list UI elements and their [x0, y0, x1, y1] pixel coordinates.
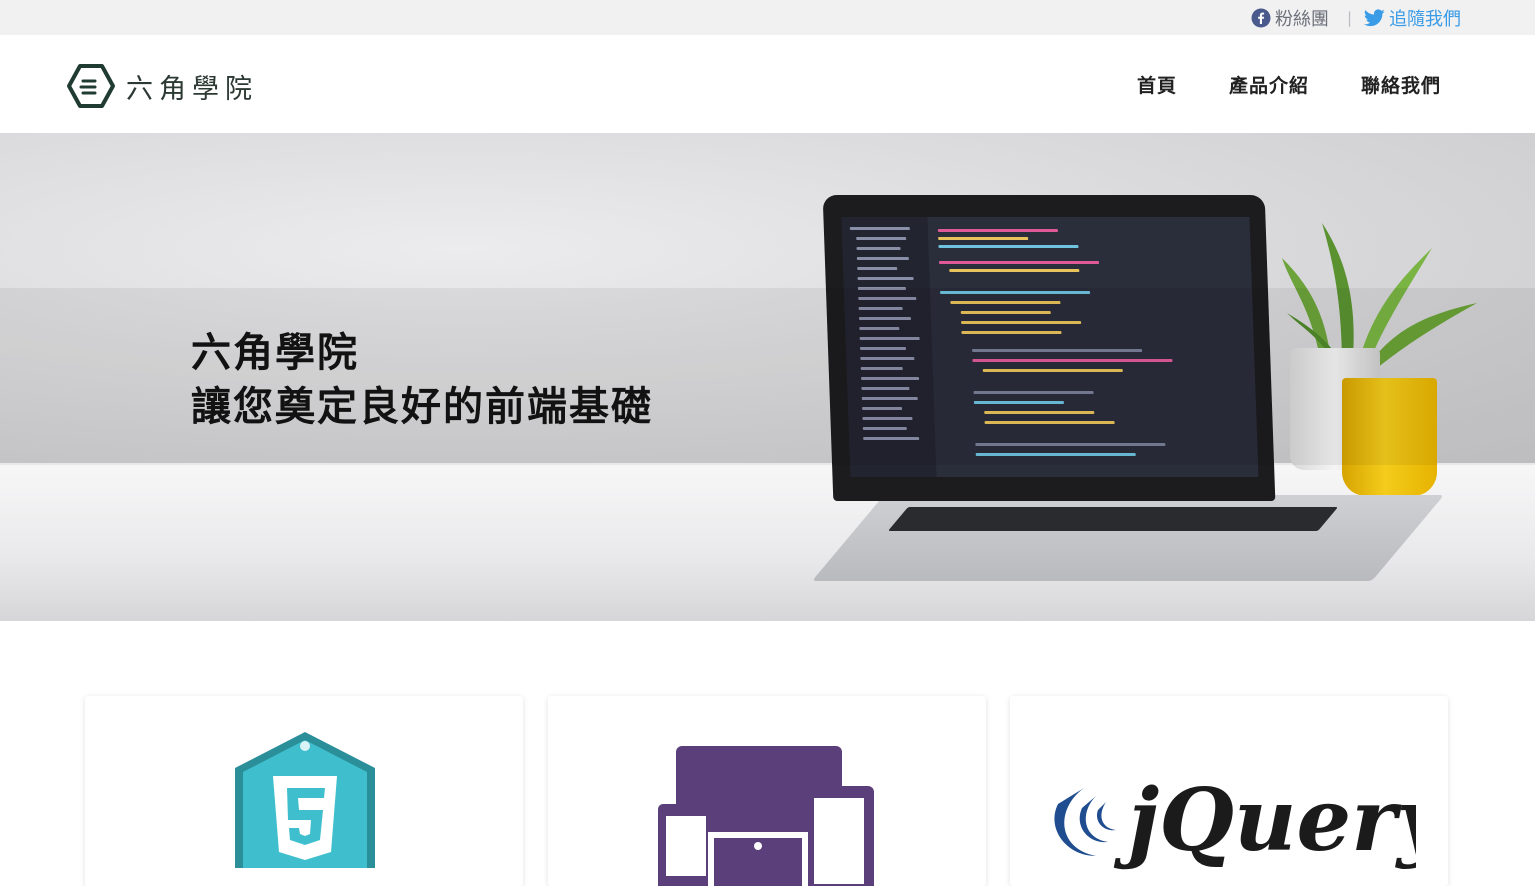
feature-card-jquery[interactable]: jQuery	[1010, 696, 1448, 886]
feature-card-html5[interactable]	[85, 696, 523, 886]
hero-headline-line1: 六角學院	[191, 330, 359, 376]
nav-item-contact[interactable]: 聯絡我們	[1361, 71, 1441, 98]
hero-headline: 六角學院 讓您奠定良好的前端基礎	[191, 326, 653, 434]
social-links: 粉絲團 | 追隨我們	[1251, 0, 1461, 35]
main-menu: 首頁 產品介紹 聯絡我們	[1085, 35, 1441, 133]
html5-badge-icon	[235, 732, 375, 868]
twitter-icon	[1364, 8, 1385, 26]
twitter-label: 追隨我們	[1389, 8, 1461, 30]
facebook-label: 粉絲團	[1274, 8, 1329, 30]
brand-logo-link[interactable]: 六角學院	[66, 63, 258, 109]
facebook-icon	[1251, 8, 1271, 27]
hexagon-logo-icon	[67, 64, 115, 108]
jquery-logo-icon: jQuery	[1054, 770, 1416, 871]
twitter-link[interactable]: 追隨我們	[1364, 5, 1461, 31]
hero-banner: 六角學院 讓您奠定良好的前端基礎	[0, 133, 1535, 621]
separator: |	[1346, 8, 1352, 27]
responsive-devices-icon	[658, 746, 874, 886]
feature-cards-section: jQuery	[0, 621, 1535, 886]
nav-item-home[interactable]: 首頁	[1137, 71, 1177, 98]
facebook-link[interactable]: 粉絲團	[1251, 5, 1329, 31]
brand-name: 六角學院	[126, 73, 258, 105]
top-utility-bar: 粉絲團 | 追隨我們	[0, 0, 1535, 35]
feature-card-responsive[interactable]	[548, 696, 986, 886]
nav-item-products[interactable]: 產品介紹	[1229, 71, 1309, 98]
hero-headline-line2: 讓您奠定良好的前端基礎	[191, 384, 653, 430]
jquery-wordmark: jQuery	[1113, 770, 1416, 871]
laptop-keyboard	[887, 507, 1339, 531]
main-navbar: 六角學院 首頁 產品介紹 聯絡我們	[0, 35, 1535, 133]
